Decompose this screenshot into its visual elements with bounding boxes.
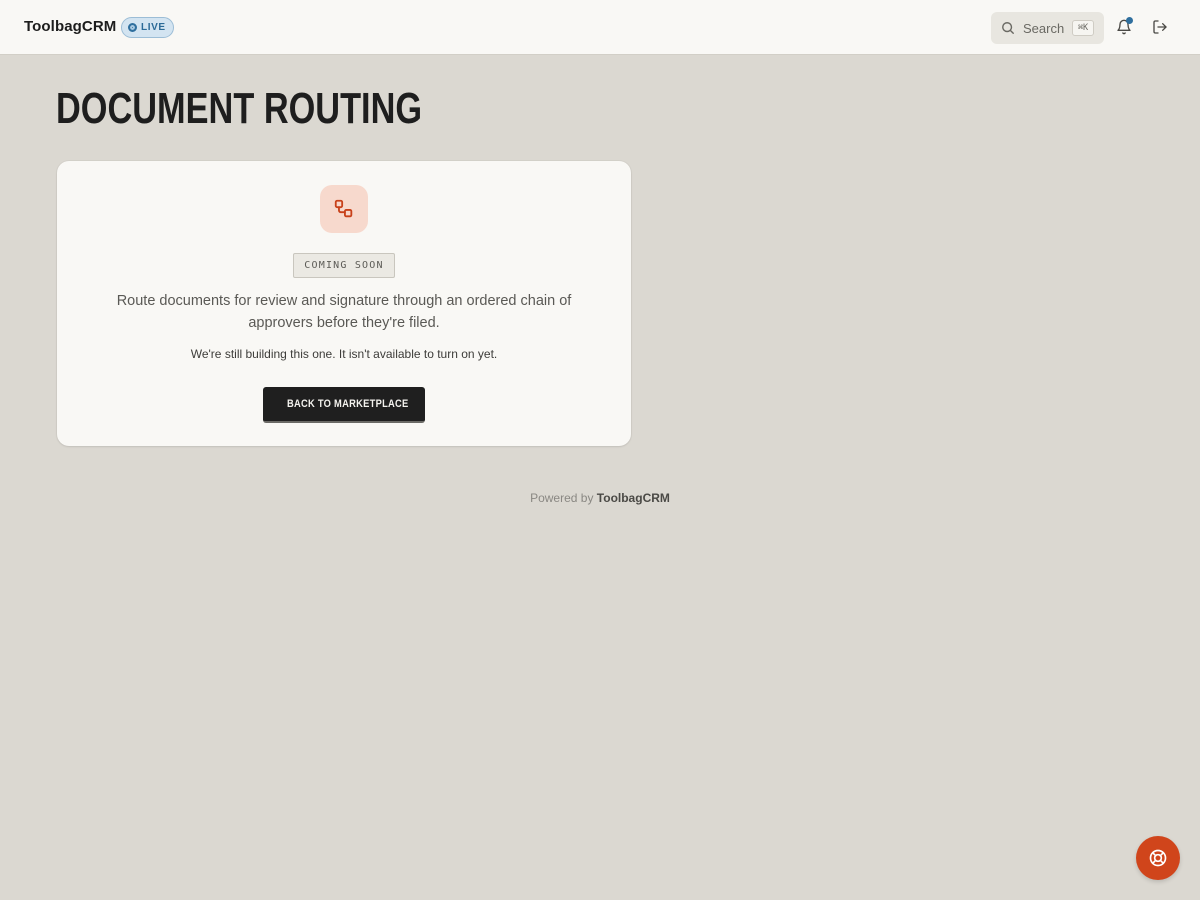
feature-card: COMING SOON Route documents for review a… (57, 161, 631, 446)
live-dot-icon (128, 23, 137, 32)
logout-icon (1153, 20, 1167, 34)
coming-soon-badge: COMING SOON (293, 253, 395, 278)
feature-availability-note: We're still building this one. It isn't … (190, 347, 498, 361)
search-icon (1002, 22, 1014, 34)
top-bar: ToolbagCRM LIVE Search ⌘K (0, 0, 1200, 55)
live-status-badge: LIVE (121, 17, 174, 38)
back-button-label: BACK TO MARKETPLACE (287, 398, 409, 410)
page-title: DOCUMENT ROUTING (56, 84, 423, 133)
search-label: Search (1023, 20, 1065, 36)
feature-icon-tile (320, 185, 368, 233)
search-shortcut: ⌘K (1072, 20, 1094, 36)
footer: Powered by ToolbagCRM (0, 491, 1200, 505)
search-button[interactable]: Search ⌘K (991, 12, 1104, 44)
notifications-button[interactable] (1113, 16, 1135, 38)
notification-indicator (1126, 17, 1133, 24)
brand-name[interactable]: ToolbagCRM (24, 18, 116, 35)
help-button[interactable] (1136, 836, 1180, 880)
lifebuoy-icon (1149, 849, 1167, 867)
back-to-marketplace-button[interactable]: BACK TO MARKETPLACE (263, 387, 425, 423)
footer-brand-link[interactable]: ToolbagCRM (597, 491, 670, 505)
logout-button[interactable] (1149, 16, 1171, 38)
feature-description: Route documents for review and signature… (116, 293, 572, 331)
footer-prefix: Powered by (530, 491, 594, 505)
workflow-icon (334, 199, 353, 218)
live-status-label: LIVE (141, 22, 166, 33)
